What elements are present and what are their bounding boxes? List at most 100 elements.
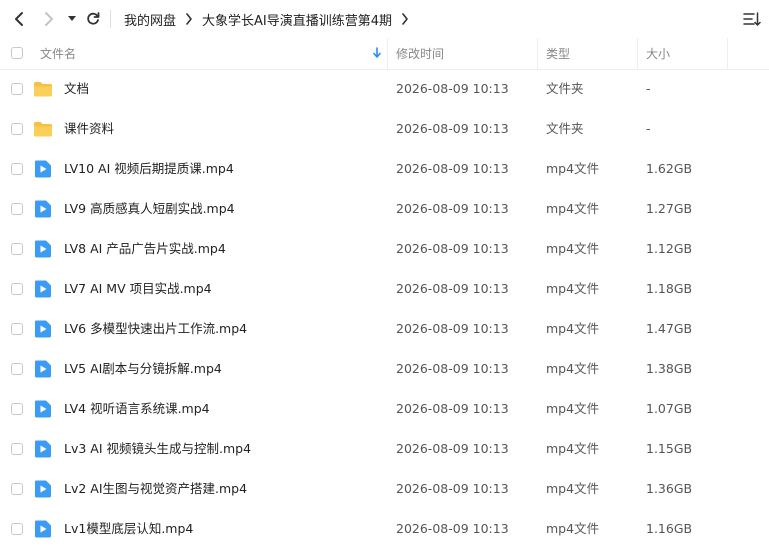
file-row[interactable]: LV4 视听语言系统课.mp4 2026-08-09 10:13 mp4文件 1…: [0, 389, 769, 429]
video-file-icon: [35, 520, 51, 538]
refresh-button[interactable]: [84, 8, 102, 30]
file-name[interactable]: 课件资料: [64, 109, 114, 149]
toolbar-divider: [110, 10, 111, 28]
file-name[interactable]: Lv2 AI生图与视觉资产搭建.mp4: [64, 469, 247, 509]
file-name[interactable]: LV9 高质感真人短剧实战.mp4: [64, 189, 235, 229]
file-row[interactable]: Lv3 AI 视频镜头生成与控制.mp4 2026-08-09 10:13 mp…: [0, 429, 769, 469]
file-modified-time: 2026-08-09 10:13: [396, 321, 509, 336]
video-file-icon: [35, 320, 51, 338]
video-file-icon: [35, 160, 51, 178]
folder-icon: [34, 82, 52, 97]
history-dropdown-button[interactable]: [66, 8, 78, 30]
column-size-header[interactable]: 大小: [646, 38, 670, 69]
column-modified-header[interactable]: 修改时间: [396, 38, 444, 69]
file-name[interactable]: LV4 视听语言系统课.mp4: [64, 389, 210, 429]
row-checkbox[interactable]: [11, 283, 23, 295]
video-file-icon: [35, 440, 51, 458]
file-name[interactable]: LV7 AI MV 项目实战.mp4: [64, 269, 212, 309]
file-modified-time: 2026-08-09 10:13: [396, 281, 509, 296]
file-row[interactable]: LV9 高质感真人短剧实战.mp4 2026-08-09 10:13 mp4文件…: [0, 189, 769, 229]
file-type: mp4文件: [546, 201, 600, 216]
file-row[interactable]: 文档 2026-08-09 10:13 文件夹 -: [0, 69, 769, 109]
file-row[interactable]: 课件资料 2026-08-09 10:13 文件夹 -: [0, 109, 769, 149]
file-type: mp4文件: [546, 321, 600, 336]
file-row[interactable]: LV7 AI MV 项目实战.mp4 2026-08-09 10:13 mp4文…: [0, 269, 769, 309]
column-type-header[interactable]: 类型: [546, 38, 570, 69]
refresh-icon: [87, 12, 100, 25]
file-row[interactable]: LV10 AI 视频后期提质课.mp4 2026-08-09 10:13 mp4…: [0, 149, 769, 189]
sort-down-arrow-icon[interactable]: [372, 47, 382, 59]
file-row[interactable]: LV6 多模型快速出片工作流.mp4 2026-08-09 10:13 mp4文…: [0, 309, 769, 349]
row-checkbox[interactable]: [11, 403, 23, 415]
file-type: 文件夹: [546, 81, 584, 96]
file-size: 1.12GB: [646, 241, 693, 256]
file-row[interactable]: LV5 AI剧本与分镜拆解.mp4 2026-08-09 10:13 mp4文件…: [0, 349, 769, 389]
file-name[interactable]: LV8 AI 产品广告片实战.mp4: [64, 229, 226, 269]
file-type: mp4文件: [546, 361, 600, 376]
file-name[interactable]: LV6 多模型快速出片工作流.mp4: [64, 309, 247, 349]
file-type: mp4文件: [546, 281, 600, 296]
file-size: 1.36GB: [646, 481, 693, 496]
sort-menu-button[interactable]: [743, 10, 761, 28]
file-name[interactable]: Lv3 AI 视频镜头生成与控制.mp4: [64, 429, 251, 469]
column-divider[interactable]: [727, 38, 728, 69]
file-name[interactable]: 文档: [64, 69, 89, 109]
file-type: mp4文件: [546, 161, 600, 176]
file-name[interactable]: LV10 AI 视频后期提质课.mp4: [64, 149, 234, 189]
file-modified-time: 2026-08-09 10:13: [396, 241, 509, 256]
file-modified-time: 2026-08-09 10:13: [396, 441, 509, 456]
file-size: 1.16GB: [646, 521, 693, 536]
sort-list-icon: [743, 12, 761, 26]
file-row[interactable]: Lv2 AI生图与视觉资产搭建.mp4 2026-08-09 10:13 mp4…: [0, 469, 769, 509]
breadcrumb-separator-icon: [185, 13, 193, 25]
folder-icon: [34, 122, 52, 137]
row-checkbox[interactable]: [11, 243, 23, 255]
file-type: mp4文件: [546, 441, 600, 456]
breadcrumb-current[interactable]: 大象学长AI导演直播训练营第4期: [202, 10, 392, 29]
row-checkbox[interactable]: [11, 523, 23, 535]
row-checkbox[interactable]: [11, 163, 23, 175]
video-file-icon: [35, 480, 51, 498]
row-checkbox[interactable]: [11, 83, 23, 95]
breadcrumb-expand-icon[interactable]: [401, 13, 409, 25]
select-all-checkbox[interactable]: [11, 47, 23, 59]
file-modified-time: 2026-08-09 10:13: [396, 121, 509, 136]
file-modified-time: 2026-08-09 10:13: [396, 201, 509, 216]
file-name[interactable]: Lv1模型底层认知.mp4: [64, 509, 193, 549]
file-type: mp4文件: [546, 481, 600, 496]
column-divider[interactable]: [537, 38, 538, 69]
chevron-left-icon: [15, 12, 23, 26]
caret-down-icon: [68, 16, 76, 21]
file-size: 1.38GB: [646, 361, 693, 376]
video-file-icon: [35, 400, 51, 418]
row-checkbox[interactable]: [11, 483, 23, 495]
file-name[interactable]: LV5 AI剧本与分镜拆解.mp4: [64, 349, 222, 389]
video-file-icon: [35, 200, 51, 218]
forward-button[interactable]: [40, 8, 58, 30]
file-size: 1.27GB: [646, 201, 693, 216]
toolbar: 我的网盘 大象学长AI导演直播训练营第4期: [0, 0, 769, 38]
file-type: mp4文件: [546, 521, 600, 536]
file-size: 1.15GB: [646, 441, 693, 456]
column-header: 文件名 修改时间 类型 大小: [0, 38, 769, 70]
breadcrumb: 我的网盘 大象学长AI导演直播训练营第4期: [124, 0, 418, 38]
row-checkbox[interactable]: [11, 443, 23, 455]
row-checkbox[interactable]: [11, 203, 23, 215]
file-row[interactable]: LV8 AI 产品广告片实战.mp4 2026-08-09 10:13 mp4文…: [0, 229, 769, 269]
file-modified-time: 2026-08-09 10:13: [396, 401, 509, 416]
breadcrumb-root[interactable]: 我的网盘: [124, 10, 176, 29]
back-button[interactable]: [10, 8, 28, 30]
row-checkbox[interactable]: [11, 123, 23, 135]
file-size: -: [646, 81, 651, 96]
video-file-icon: [35, 240, 51, 258]
column-divider[interactable]: [387, 38, 388, 69]
file-modified-time: 2026-08-09 10:13: [396, 161, 509, 176]
video-file-icon: [35, 280, 51, 298]
row-checkbox[interactable]: [11, 363, 23, 375]
file-row[interactable]: Lv1模型底层认知.mp4 2026-08-09 10:13 mp4文件 1.1…: [0, 509, 769, 549]
row-checkbox[interactable]: [11, 323, 23, 335]
file-modified-time: 2026-08-09 10:13: [396, 481, 509, 496]
column-name-header[interactable]: 文件名: [40, 38, 76, 69]
file-size: 1.07GB: [646, 401, 693, 416]
column-divider[interactable]: [637, 38, 638, 69]
